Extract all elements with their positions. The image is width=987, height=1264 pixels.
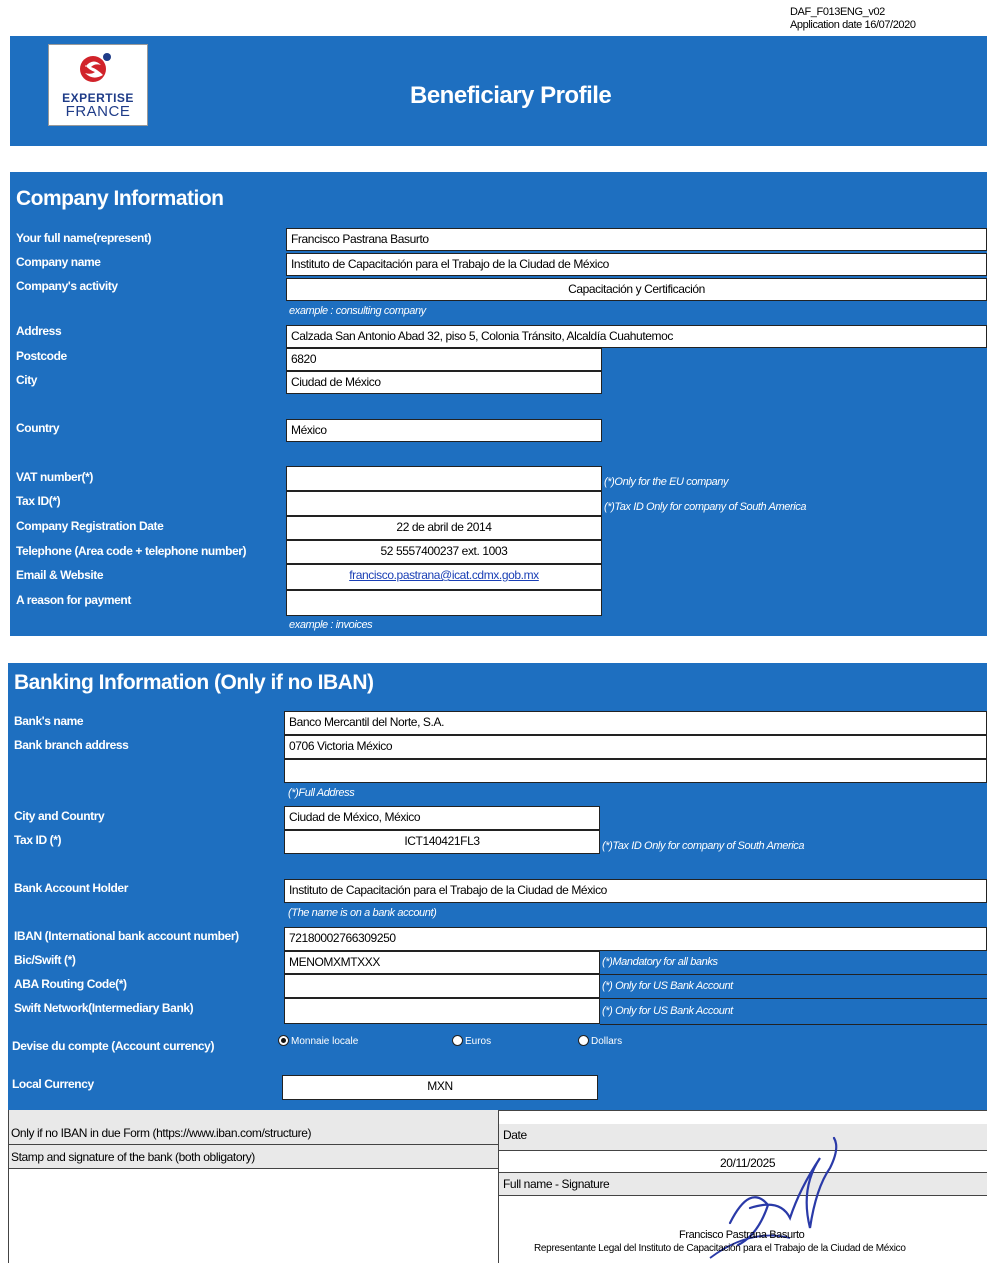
- address-label: Address: [16, 324, 62, 338]
- postcode-field[interactable]: 6820: [286, 348, 602, 371]
- divider: [600, 974, 987, 975]
- postcode-label: Postcode: [16, 349, 67, 363]
- bank-tax-id-note: (*)Tax ID Only for company of South Amer…: [602, 840, 805, 852]
- currency-option-euros: Euros: [465, 1036, 492, 1047]
- signer-name: Francisco Pastrana Basurto: [679, 1229, 805, 1241]
- city-country-label: City and Country: [14, 809, 105, 823]
- aba-routing-field[interactable]: [284, 974, 600, 998]
- bank-branch-field[interactable]: 0706 Victoria México: [284, 735, 987, 759]
- account-holder-field[interactable]: Instituto de Capacitación para el Trabaj…: [284, 879, 987, 903]
- email-field[interactable]: francisco.pastrana@icat.cdmx.gob.mx: [286, 564, 602, 590]
- date-label: Date: [503, 1128, 527, 1142]
- vat-field[interactable]: [286, 466, 602, 491]
- city-field[interactable]: Ciudad de México: [286, 371, 602, 394]
- tax-id-field[interactable]: [286, 491, 602, 516]
- aba-routing-note: (*) Only for US Bank Account: [602, 980, 733, 992]
- payment-reason-field[interactable]: [286, 590, 602, 616]
- telephone-label: Telephone (Area code + telephone number): [16, 544, 247, 558]
- payment-reason-label: A reason for payment: [16, 593, 131, 607]
- account-holder-label: Bank Account Holder: [14, 881, 128, 895]
- bank-tax-id-label: Tax ID (*): [14, 833, 62, 847]
- footer-left-border: [8, 1110, 9, 1263]
- bic-swift-label: Bic/Swift (*): [14, 953, 76, 967]
- city-country-field[interactable]: Ciudad de México, México: [284, 806, 600, 830]
- country-label: Country: [16, 421, 60, 435]
- page-title: Beneficiary Profile: [410, 82, 612, 109]
- company-activity-label: Company's activity: [16, 279, 118, 293]
- vat-note: (*)Only for the EU company: [604, 476, 729, 488]
- activity-example-note: example : consulting company: [289, 305, 426, 317]
- currency-option-dollars: Dollars: [591, 1036, 623, 1047]
- city-label: City: [16, 373, 38, 387]
- local-currency-label: Local Currency: [12, 1077, 94, 1091]
- signature-label: Full name - Signature: [503, 1177, 610, 1191]
- iban-label: IBAN (International bank account number): [14, 929, 239, 943]
- divider: [600, 998, 987, 999]
- address-field[interactable]: Calzada San Antonio Abad 32, piso 5, Col…: [286, 325, 987, 348]
- currency-option-local: Monnaie locale: [291, 1036, 359, 1047]
- company-section-header: Company Information: [16, 187, 224, 210]
- divider: [8, 1144, 498, 1145]
- local-currency-field[interactable]: MXN: [282, 1075, 598, 1100]
- company-name-field[interactable]: Instituto de Capacitación para el Trabaj…: [286, 253, 987, 276]
- account-holder-note: (The name is on a bank account): [288, 907, 437, 919]
- aba-routing-label: ABA Routing Code(*): [14, 977, 127, 991]
- company-name-label: Company name: [16, 255, 101, 269]
- full-name-field[interactable]: Francisco Pastrana Basurto: [286, 228, 987, 251]
- iban-field[interactable]: 72180002766309250: [284, 927, 987, 951]
- bank-name-label: Bank's name: [14, 714, 84, 728]
- full-name-label: Your full name(represent): [16, 231, 152, 245]
- swift-network-note: (*) Only for US Bank Account: [602, 1005, 733, 1017]
- logo-text-line2: FRANCE: [65, 103, 131, 120]
- divider: [8, 1168, 498, 1169]
- signer-role: Representante Legal del Instituto de Cap…: [534, 1243, 906, 1254]
- payment-reason-example: example : invoices: [289, 619, 373, 631]
- bank-tax-id-field[interactable]: ICT140421FL3: [284, 830, 600, 854]
- tax-id-label: Tax ID(*): [16, 494, 61, 508]
- bank-name-field[interactable]: Banco Mercantil del Norte, S.A.: [284, 711, 987, 735]
- logo-mark-icon: [80, 53, 111, 82]
- vat-label: VAT number(*): [16, 470, 94, 484]
- iban-structure-note: Only if no IBAN in due Form (https://www…: [11, 1126, 312, 1140]
- bic-swift-field[interactable]: MENOMXMTXXX: [284, 951, 600, 974]
- company-activity-field[interactable]: Capacitación y Certificación: [286, 278, 987, 301]
- tax-id-note: (*)Tax ID Only for company of South Amer…: [604, 501, 807, 513]
- swift-network-field[interactable]: [284, 998, 600, 1024]
- currency-radio-dollars[interactable]: [578, 1035, 589, 1046]
- telephone-field[interactable]: 52 5557400237 ext. 1003: [286, 540, 602, 564]
- expertise-france-logo: EXPERTISE FRANCE: [48, 44, 148, 126]
- swift-network-label: Swift Network(Intermediary Bank): [14, 1001, 194, 1015]
- application-date: Application date 16/07/2020: [790, 19, 916, 31]
- bank-branch-label: Bank branch address: [14, 738, 129, 752]
- divider: [600, 1024, 987, 1025]
- banking-section-header: Banking Information (Only if no IBAN): [14, 671, 374, 694]
- registration-date-field[interactable]: 22 de abril de 2014: [286, 516, 602, 540]
- bank-stamp-label: Stamp and signature of the bank (both ob…: [11, 1150, 255, 1164]
- currency-radio-euros[interactable]: [452, 1035, 463, 1046]
- registration-date-label: Company Registration Date: [16, 519, 164, 533]
- currency-radio-local[interactable]: [278, 1035, 289, 1046]
- bank-branch-field-2[interactable]: [284, 759, 987, 783]
- document-code: DAF_F013ENG_v02: [790, 6, 885, 18]
- account-currency-label: Devise du compte (Account currency): [12, 1039, 215, 1053]
- country-field[interactable]: México: [286, 419, 602, 442]
- bank-branch-note: (*)Full Address: [288, 787, 355, 799]
- bic-swift-note: (*)Mandatory for all banks: [602, 956, 718, 968]
- email-label: Email & Website: [16, 568, 104, 582]
